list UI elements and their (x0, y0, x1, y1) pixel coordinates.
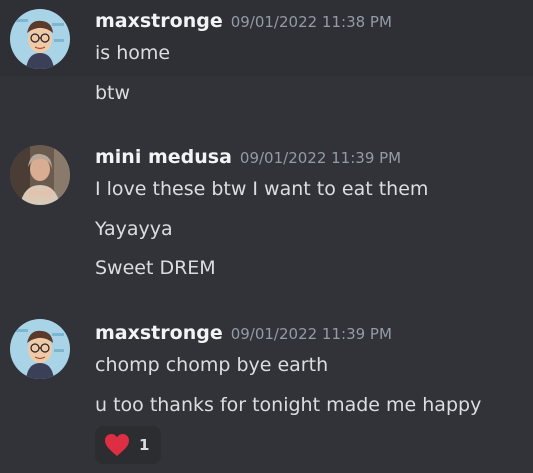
message-text: chomp chomp bye earth (95, 354, 329, 376)
avatar-image (10, 319, 70, 379)
message-text: u too thanks for tonight made me happy (95, 394, 482, 416)
message-text: btw (95, 82, 131, 104)
timestamp[interactable]: 09/01/2022 11:39 PM (240, 149, 401, 167)
message-header: mini medusa 09/01/2022 11:39 PM (95, 146, 401, 168)
message-group: maxstronge 09/01/2022 11:39 PM chomp chom… (0, 310, 533, 473)
message-text: Sweet DREM (95, 257, 216, 279)
timestamp[interactable]: 09/01/2022 11:39 PM (231, 325, 392, 343)
message-text: is home (95, 42, 171, 64)
avatar[interactable] (10, 319, 70, 379)
username[interactable]: maxstronge (95, 322, 223, 344)
avatar-image (10, 9, 70, 69)
username[interactable]: mini medusa (95, 146, 232, 168)
reaction-button[interactable]: 1 (95, 426, 161, 464)
avatar[interactable] (10, 145, 70, 205)
timestamp[interactable]: 09/01/2022 11:38 PM (231, 13, 392, 31)
reaction-count: 1 (139, 436, 150, 454)
message-text: Yayayya (95, 218, 173, 240)
avatar[interactable] (10, 9, 70, 69)
message-text: I love these btw I want to eat them (95, 178, 429, 200)
message-header: maxstronge 09/01/2022 11:38 PM (95, 10, 392, 32)
message-group: maxstronge 09/01/2022 11:38 PM is home bt… (0, 0, 533, 112)
avatar-image (10, 145, 70, 205)
message-group: mini medusa 09/01/2022 11:39 PM I love th… (0, 132, 533, 302)
heart-icon (105, 434, 129, 456)
message-header: maxstronge 09/01/2022 11:39 PM (95, 322, 392, 344)
username[interactable]: maxstronge (95, 10, 223, 32)
